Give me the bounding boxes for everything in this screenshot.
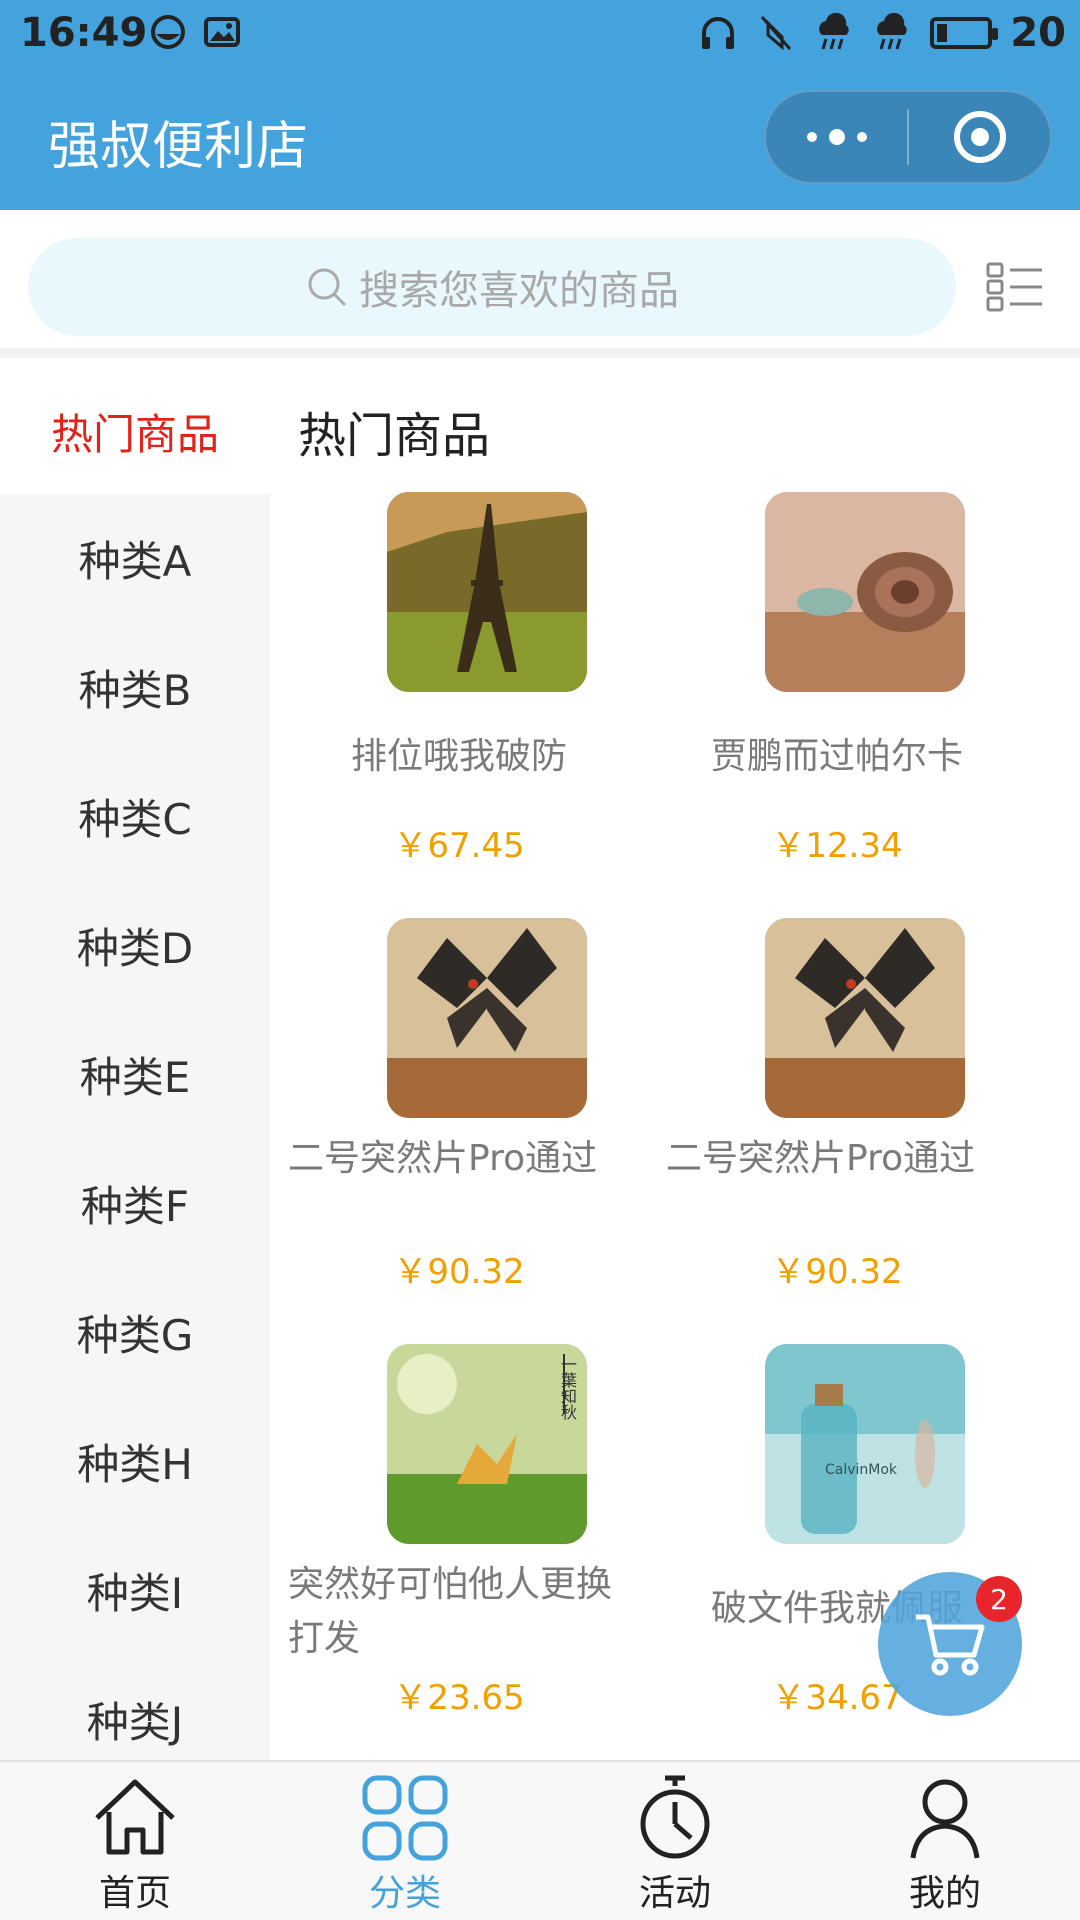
user-icon — [910, 1779, 980, 1859]
category-icon — [362, 1775, 448, 1861]
signal-rain-icon — [877, 13, 908, 50]
product-name: 二号突然片Pro通过 — [288, 1138, 598, 1179]
battery-icon — [930, 17, 999, 49]
sidebar-item-b[interactable]: 种类B — [0, 623, 270, 752]
sidebar-item-h[interactable]: 种类H — [0, 1397, 270, 1526]
headphones-icon — [702, 17, 735, 49]
app-header: 16:49 20 强叔便利店 — [0, 0, 1080, 210]
search-input[interactable]: 搜索您喜欢的商品 — [28, 238, 956, 336]
status-time: 16:49 — [20, 10, 148, 56]
search-area: 搜索您喜欢的商品 — [0, 210, 1080, 358]
butterfly-photo[interactable] — [387, 918, 587, 1118]
tab-mine[interactable]: 我的 — [810, 1762, 1080, 1920]
stopwatch-icon — [640, 1775, 710, 1859]
status-bar: 16:49 20 — [0, 0, 1080, 66]
close-button[interactable] — [909, 92, 1050, 182]
product-name: 排位哦我破防 — [350, 736, 567, 777]
message-bottle-photo[interactable]: CalvinMok — [765, 1344, 965, 1544]
search-icon — [308, 268, 347, 307]
search-placeholder: 搜索您喜欢的商品 — [359, 268, 679, 314]
battery-level: 20 — [1010, 10, 1066, 56]
tab-label: 活动 — [638, 1873, 711, 1914]
product-name: 突然好可怕他人更换打发 — [288, 1564, 613, 1659]
tab-label: 我的 — [908, 1873, 981, 1914]
list-view-icon[interactable] — [986, 262, 1044, 312]
product-name: 贾鹏而过帕尔卡 — [710, 736, 963, 777]
sidebar-item-d[interactable]: 种类D — [0, 881, 270, 1010]
butterfly-photo[interactable] — [765, 918, 965, 1118]
tab-home[interactable]: 首页 — [0, 1762, 270, 1920]
cart-icon — [916, 1614, 985, 1676]
target-icon — [953, 111, 1006, 163]
more-button[interactable] — [766, 92, 907, 182]
gallery-icon — [204, 17, 240, 47]
product-price: ￥67.45 — [393, 826, 525, 866]
tab-activity[interactable]: 活动 — [540, 1762, 810, 1920]
home-icon — [95, 1779, 175, 1855]
product-price: ￥12.34 — [771, 826, 903, 866]
bottom-tab-bar: 首页 分类 活动 我的 — [0, 1760, 1080, 1920]
product-price: ￥23.65 — [393, 1678, 525, 1718]
product-price: ￥90.32 — [771, 1252, 903, 1292]
product-content: 热门商品 排位哦我破防 ￥67.45 贾鹏而过帕尔卡 ￥12.34 二号突然片P… — [270, 368, 1080, 1760]
photo-caption: CalvinMok — [825, 1462, 898, 1478]
sidebar-item-c[interactable]: 种类C — [0, 752, 270, 881]
sidebar-item-i[interactable]: 种类I — [0, 1526, 270, 1655]
page-title: 强叔便利店 — [48, 117, 309, 177]
autumn-leaf-photo[interactable]: 一葉知秋 — [387, 1344, 587, 1544]
sidebar-item-e[interactable]: 种类E — [0, 1010, 270, 1139]
tab-label: 分类 — [368, 1873, 441, 1914]
sidebar-item-g[interactable]: 种类G — [0, 1268, 270, 1397]
notification-icon — [151, 15, 185, 49]
cart-badge: 2 — [976, 1576, 1022, 1622]
rain-icon — [819, 13, 850, 50]
snail-shell-photo[interactable] — [765, 492, 965, 692]
sidebar-item-hot[interactable]: 热门商品 — [0, 368, 270, 494]
mute-icon — [761, 16, 792, 51]
sidebar-item-f[interactable]: 种类F — [0, 1139, 270, 1268]
photo-caption: 一葉知秋 — [558, 1356, 577, 1420]
product-price: ￥90.32 — [393, 1252, 525, 1292]
section-title: 热门商品 — [298, 408, 491, 464]
eiffel-tower-photo[interactable] — [387, 492, 587, 692]
product-name: 二号突然片Pro通过 — [666, 1138, 976, 1179]
tab-label: 首页 — [98, 1873, 171, 1914]
mini-program-capsule — [764, 90, 1052, 184]
more-icon — [806, 129, 867, 145]
tab-category[interactable]: 分类 — [270, 1762, 540, 1920]
sidebar-item-a[interactable]: 种类A — [0, 494, 270, 623]
category-sidebar: 热门商品 种类A 种类B 种类C 种类D 种类E 种类F 种类G 种类H 种类I… — [0, 368, 270, 1760]
